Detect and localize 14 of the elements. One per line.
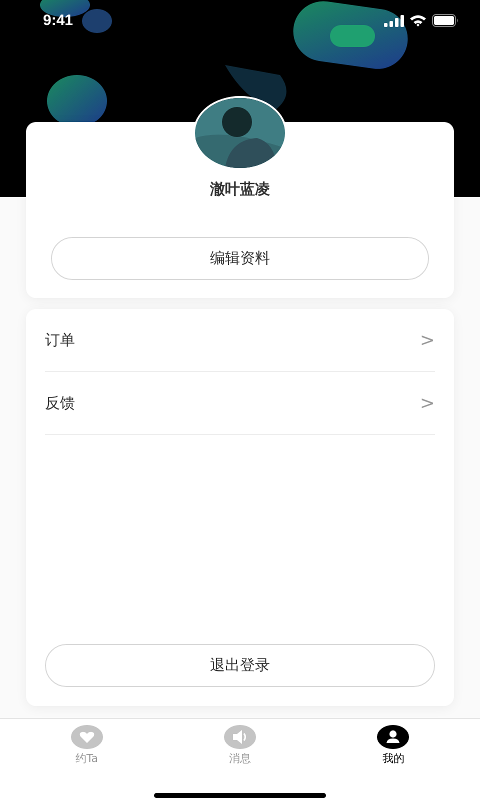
signal-icon bbox=[384, 14, 404, 26]
chevron-icon: > bbox=[420, 392, 435, 414]
edit-profile-button[interactable]: 编辑资料 bbox=[51, 237, 429, 280]
logout-button[interactable]: 退出登录 bbox=[45, 644, 435, 687]
wifi-icon bbox=[409, 14, 427, 27]
battery-icon bbox=[432, 14, 459, 27]
status-time: 9:41 bbox=[43, 12, 74, 29]
menu-item[interactable]: 反馈 > bbox=[45, 372, 435, 435]
menu-item[interactable]: 订单 > bbox=[45, 309, 435, 372]
tab-item[interactable]: 我的 bbox=[363, 725, 424, 777]
chevron-icon: > bbox=[420, 330, 435, 350]
person-icon bbox=[377, 725, 410, 749]
user-name: 澈叶蓝凌 bbox=[210, 180, 270, 199]
speaker-icon bbox=[224, 725, 256, 749]
